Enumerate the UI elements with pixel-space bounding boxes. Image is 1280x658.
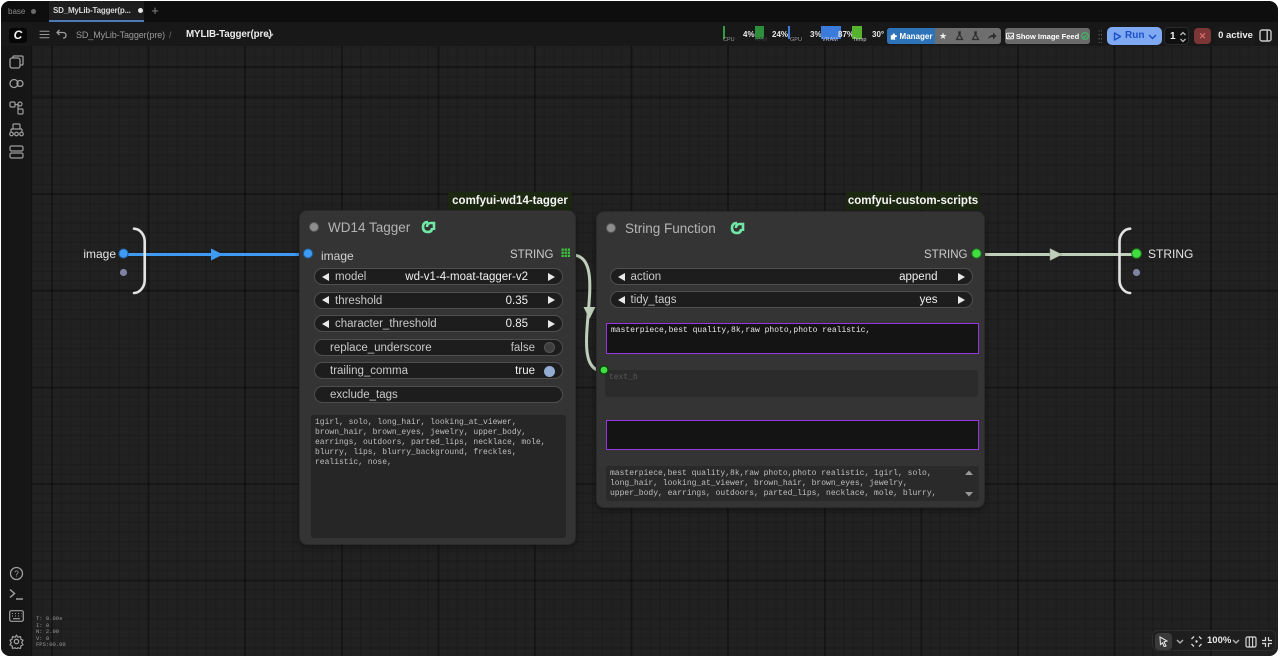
svg-text:?: ? xyxy=(14,569,19,579)
